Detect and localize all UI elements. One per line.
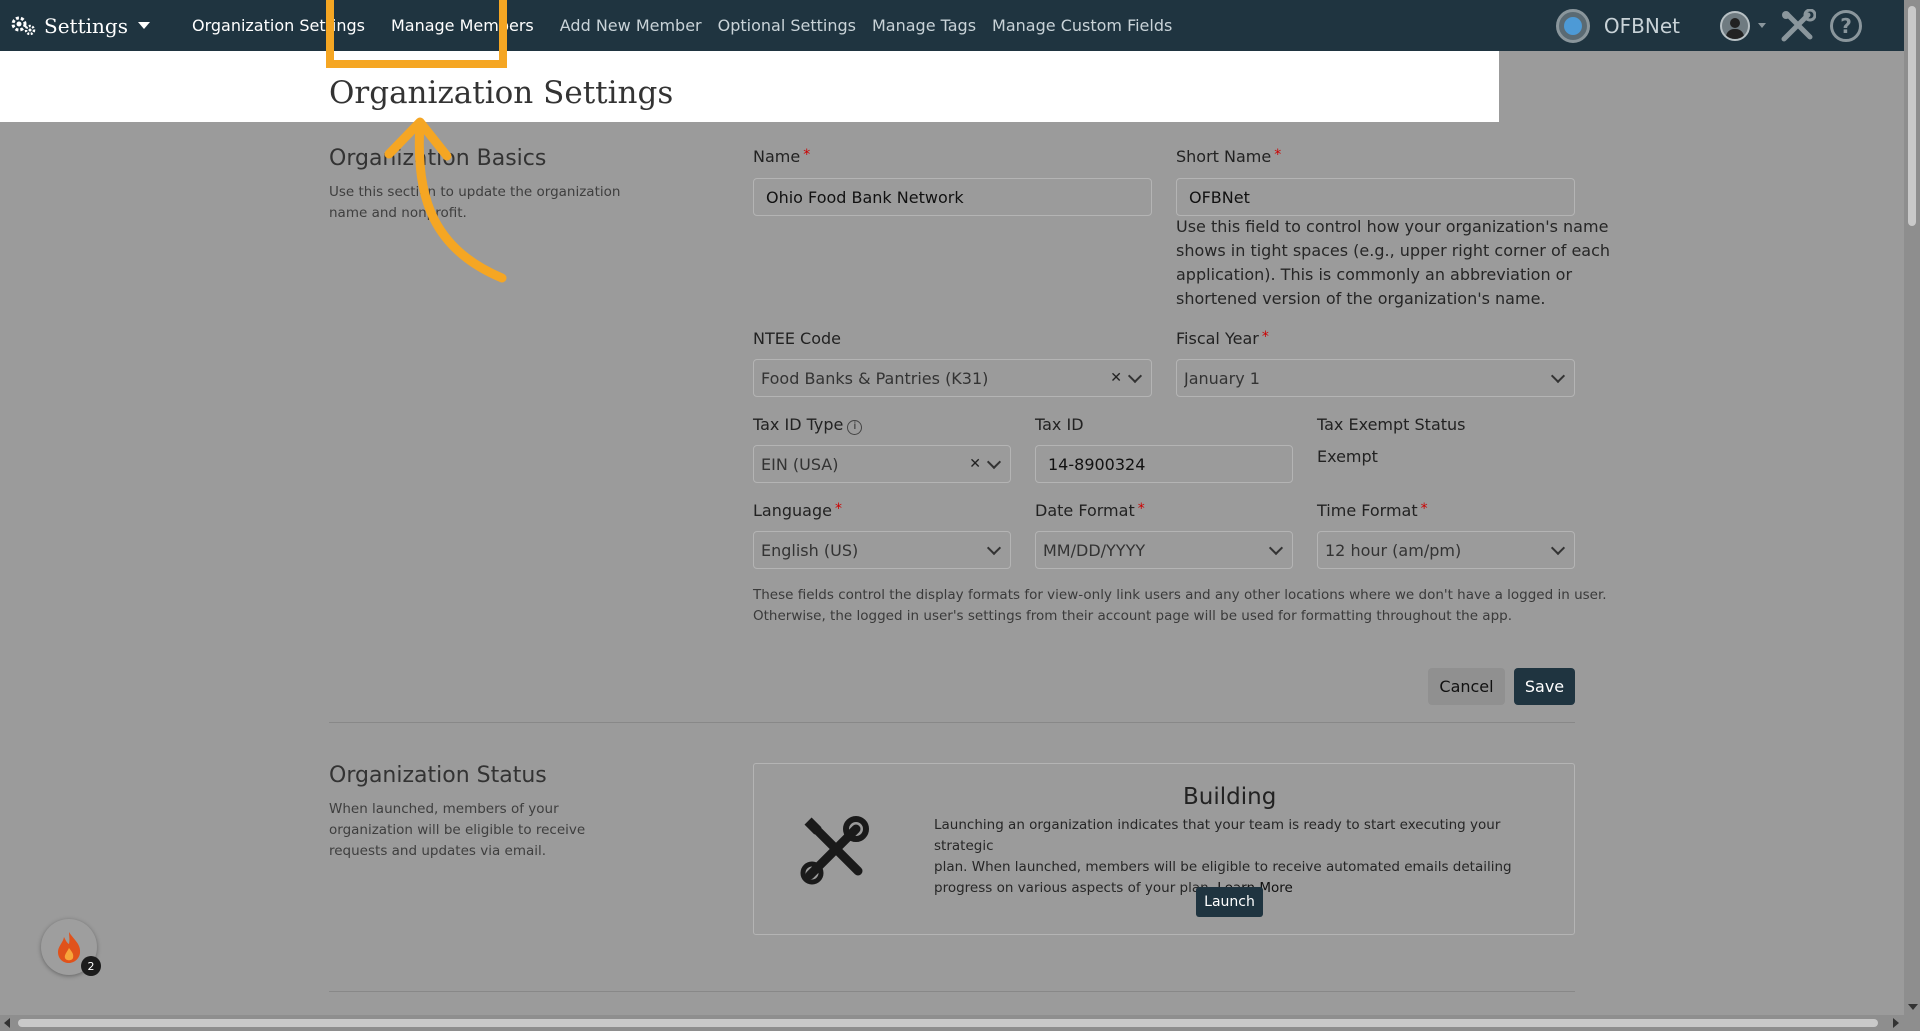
scroll-right-icon[interactable]: [1893, 1018, 1899, 1028]
format-note: These fields control the display formats…: [753, 587, 1607, 624]
save-button[interactable]: Save: [1514, 668, 1575, 705]
tools-icon[interactable]: [1780, 8, 1816, 43]
clear-icon[interactable]: ✕: [1110, 370, 1122, 386]
chevron-down-icon: [986, 540, 1002, 555]
tab-optional-settings[interactable]: Optional Settings: [710, 16, 864, 35]
date-format-label: Date Format *: [1035, 501, 1145, 520]
gears-icon: [11, 16, 36, 35]
tab-manage-tags[interactable]: Manage Tags: [864, 16, 984, 35]
cancel-button[interactable]: Cancel: [1428, 668, 1505, 705]
org-name[interactable]: OFBNet: [1604, 14, 1680, 38]
arrow-annotation: [384, 117, 507, 283]
time-format-select[interactable]: 12 hour (am/pm): [1317, 531, 1575, 569]
chevron-down-icon: [1268, 540, 1284, 555]
page-header: [0, 51, 1499, 122]
settings-label: Settings: [44, 13, 128, 38]
required-marker: *: [1420, 501, 1428, 517]
required-marker: *: [1261, 329, 1269, 345]
scroll-thumb[interactable]: [1908, 6, 1916, 226]
tax-exempt-value: Exempt: [1317, 447, 1378, 466]
date-format-select[interactable]: MM/DD/YYYY: [1035, 531, 1293, 569]
name-field[interactable]: Ohio Food Bank Network: [753, 178, 1152, 216]
horizontal-scrollbar[interactable]: [0, 1015, 1904, 1031]
status-state: Building: [1183, 784, 1277, 810]
chevron-down-icon: [1550, 540, 1566, 555]
highlight-box: [326, 0, 507, 68]
tax-id-type-select[interactable]: EIN (USA) ✕: [753, 445, 1011, 483]
tab-add-new-member[interactable]: Add New Member: [552, 16, 710, 35]
fire-icon: [58, 932, 81, 963]
scroll-down-icon[interactable]: [1908, 1004, 1918, 1010]
chevron-down-icon[interactable]: [1758, 23, 1766, 28]
language-label: Language *: [753, 501, 842, 520]
notification-count-badge: 2: [81, 956, 101, 976]
chevron-down-icon: [1127, 368, 1143, 383]
section-title-status: Organization Status: [329, 763, 547, 788]
fiscal-year-select[interactable]: January 1: [1176, 359, 1575, 397]
tax-id-type-label: Tax ID Type i: [753, 415, 863, 435]
chevron-down-icon: [1550, 368, 1566, 383]
ntee-label: NTEE Code: [753, 329, 842, 348]
info-icon[interactable]: i: [847, 420, 863, 435]
required-marker: *: [1274, 147, 1282, 163]
chevron-down-icon: [986, 454, 1002, 469]
ntee-select[interactable]: Food Banks & Pantries (K31) ✕: [753, 359, 1152, 397]
section-desc-status: When launched, members of your organizat…: [329, 801, 586, 859]
required-marker: *: [803, 147, 811, 163]
short-name-field[interactable]: OFBNet: [1176, 178, 1575, 216]
scroll-left-icon[interactable]: [4, 1018, 10, 1028]
section-divider: [329, 991, 1575, 992]
tax-exempt-label: Tax Exempt Status: [1317, 415, 1466, 434]
vertical-scrollbar[interactable]: [1904, 0, 1920, 1031]
nav-right-controls: OFBNet ?: [1555, 0, 1904, 51]
page-title: Organization Settings: [329, 75, 674, 111]
short-name-label: Short Name *: [1176, 147, 1282, 166]
chevron-down-icon: [137, 22, 150, 29]
launch-button[interactable]: Launch: [1196, 887, 1263, 917]
time-format-label: Time Format *: [1317, 501, 1428, 520]
settings-menu[interactable]: Settings: [0, 0, 150, 51]
required-marker: *: [834, 501, 842, 517]
name-label: Name *: [753, 147, 811, 166]
tax-id-field[interactable]: 14-8900324: [1035, 445, 1293, 483]
tools-icon: [800, 816, 869, 885]
user-avatar[interactable]: [1720, 10, 1750, 41]
short-name-help: Use this field to control how your organ…: [1176, 217, 1611, 308]
tax-id-label: Tax ID: [1035, 415, 1084, 434]
section-divider: [329, 722, 1575, 723]
fiscal-year-label: Fiscal Year *: [1176, 329, 1269, 348]
language-select[interactable]: English (US): [753, 531, 1011, 569]
clear-icon[interactable]: ✕: [969, 456, 981, 472]
top-navbar: Settings Organization Settings Manage Me…: [0, 0, 1904, 51]
required-marker: *: [1137, 501, 1145, 517]
help-icon[interactable]: ?: [1830, 9, 1862, 42]
org-logo-icon[interactable]: [1555, 8, 1590, 43]
scroll-thumb[interactable]: [18, 1019, 1878, 1027]
tab-manage-custom-fields[interactable]: Manage Custom Fields: [984, 16, 1180, 35]
